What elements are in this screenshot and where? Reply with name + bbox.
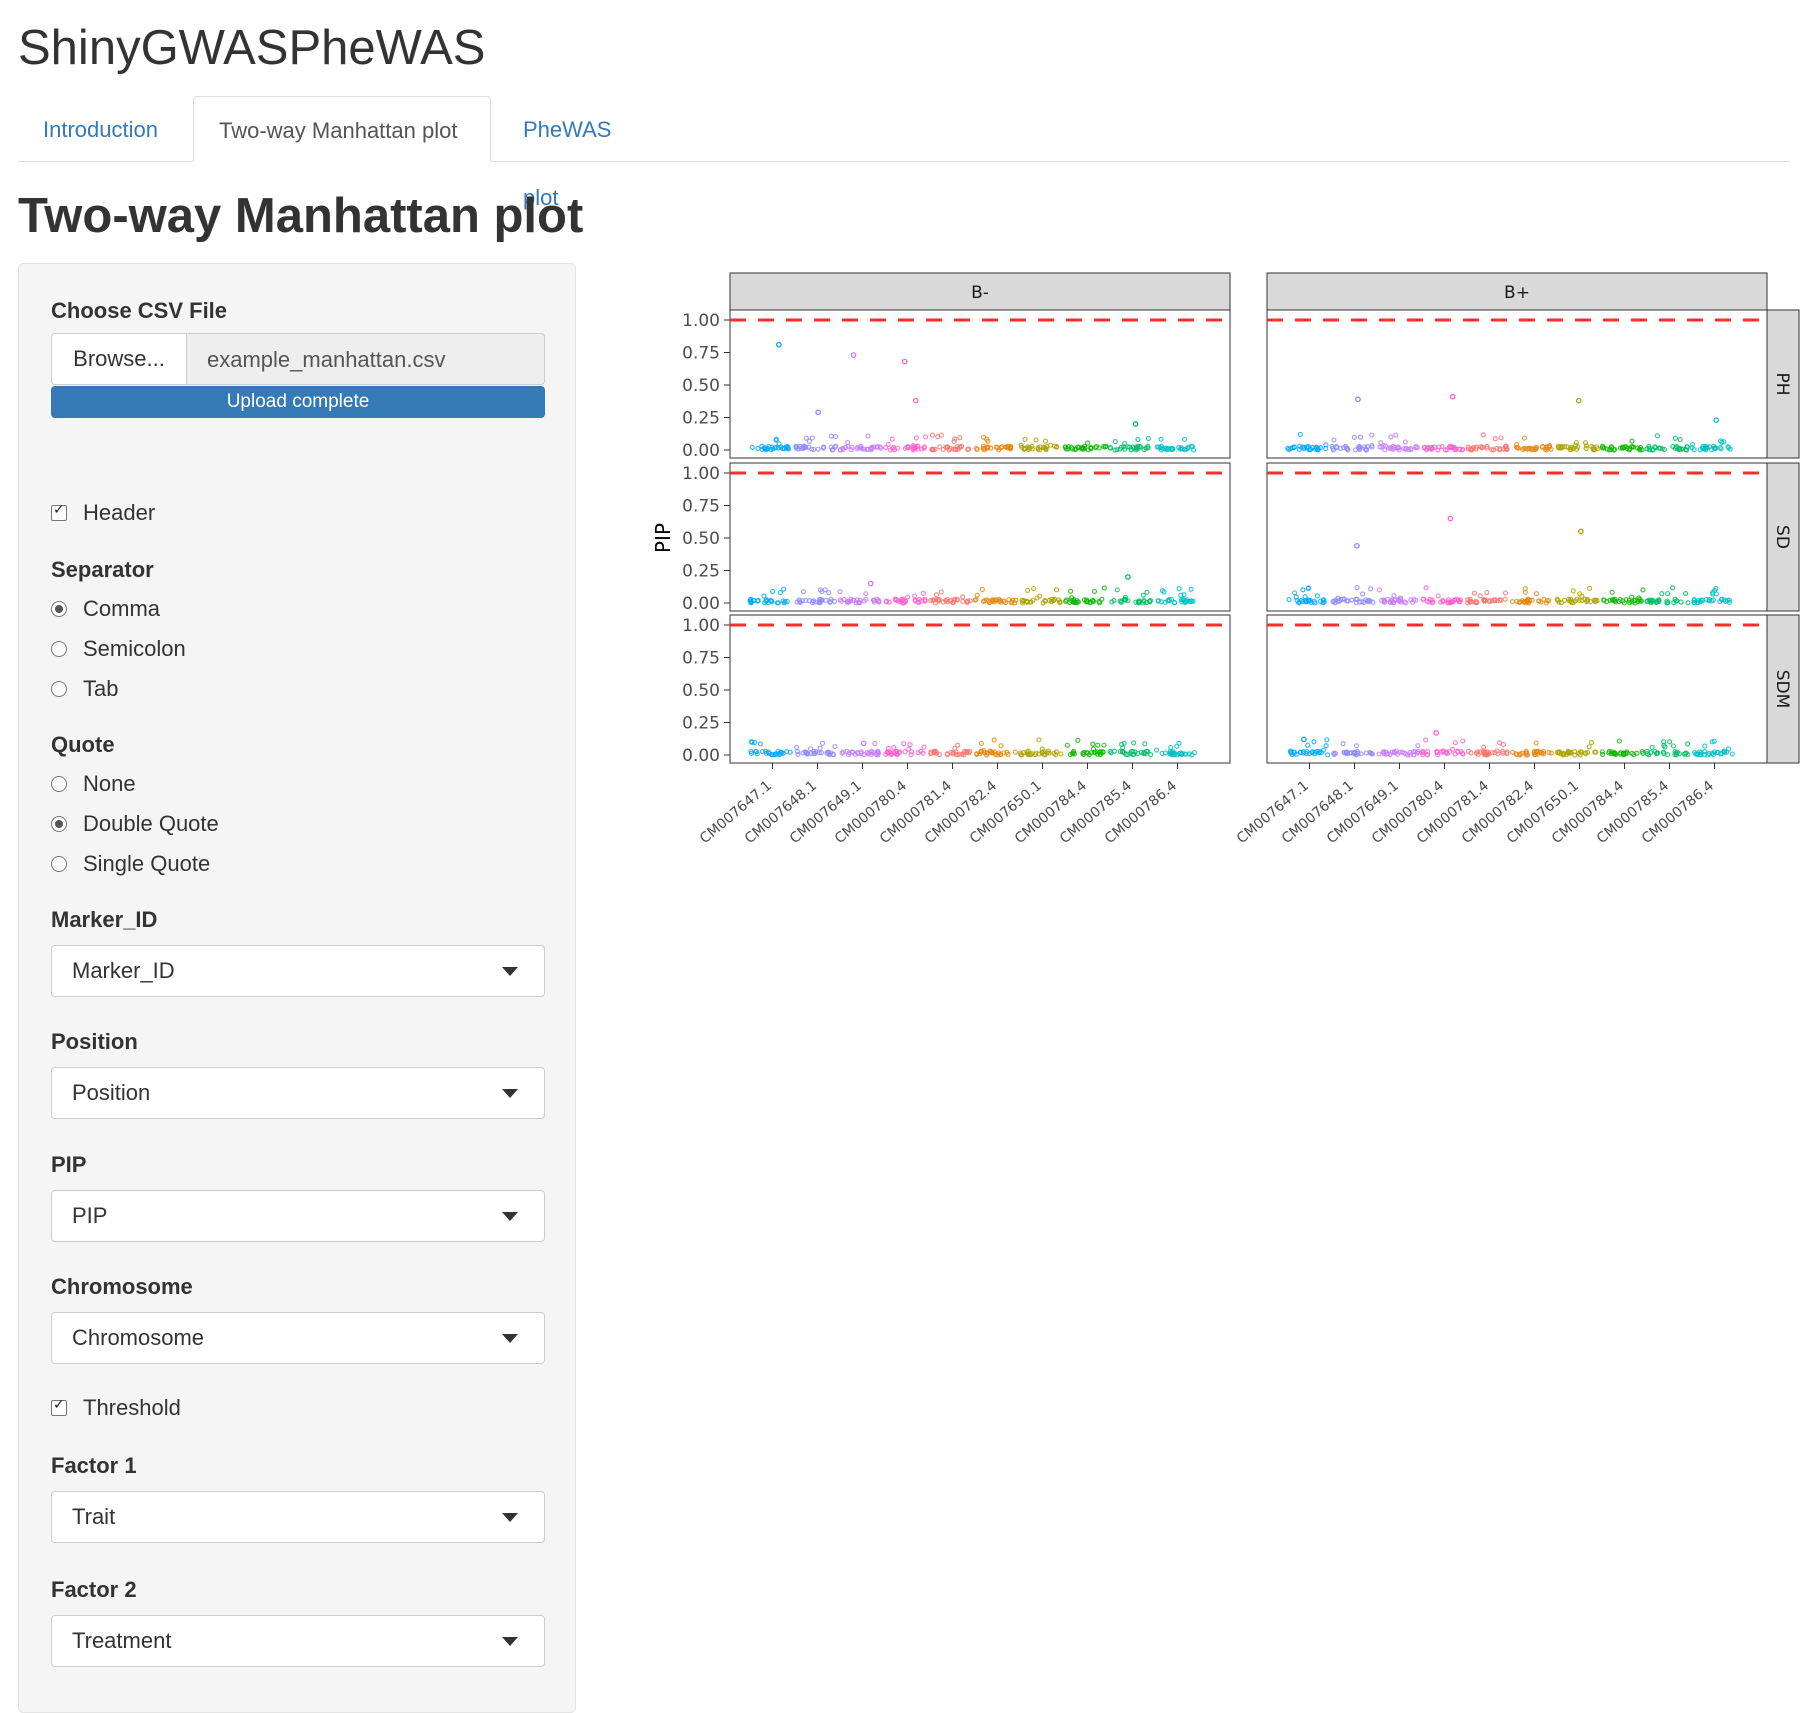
facet-panel — [1266, 309, 1768, 459]
file-name-field[interactable]: example_manhattan.csv — [187, 333, 545, 385]
upload-progress-bar: Upload complete — [51, 386, 545, 418]
y-tick-label: 0.75 — [682, 649, 720, 669]
tab-two-way-manhattan-plot[interactable]: Two-way Manhattan plot — [193, 96, 491, 162]
factor1-select[interactable]: Trait — [51, 1491, 545, 1543]
facet-label: B+ — [1504, 283, 1530, 303]
page-title: Two-way Manhattan plot — [18, 189, 584, 243]
chevron-down-icon — [502, 1637, 518, 1646]
y-tick-label: 0.00 — [682, 746, 720, 766]
facet-panel — [729, 614, 1231, 764]
y-tick-label: 1.00 — [682, 464, 720, 484]
chevron-down-icon — [502, 1334, 518, 1343]
tab-phewas-plot[interactable]: PheWAS plot — [498, 96, 678, 210]
factor2-select[interactable]: Treatment — [51, 1615, 545, 1667]
y-tick-label: 0.75 — [682, 497, 720, 517]
y-tick-label: 0.00 — [682, 594, 720, 614]
header-checkbox-label: Header — [83, 500, 156, 525]
radio-button[interactable] — [51, 816, 67, 832]
tab-introduction[interactable]: Introduction — [18, 96, 188, 160]
separator-label: Separator — [51, 557, 154, 582]
select-value: Chromosome — [72, 1325, 205, 1350]
header-checkbox[interactable] — [51, 502, 67, 521]
tab-bar: Introduction Two-way Manhattan plot PheW… — [18, 96, 1790, 210]
y-tick-label: 1.00 — [682, 616, 720, 636]
y-tick-label: 0.50 — [682, 376, 720, 396]
y-tick-label: 0.50 — [682, 529, 720, 549]
file-input-label: Choose CSV File — [51, 298, 228, 323]
factor1-label: Factor 1 — [51, 1453, 137, 1478]
select-value: Position — [72, 1080, 151, 1105]
radio-button[interactable] — [51, 601, 67, 617]
select-value: Marker_ID — [72, 958, 175, 983]
y-tick-label: 0.50 — [682, 681, 720, 701]
radio-button[interactable] — [51, 641, 67, 657]
facet-row-label: SDM — [1772, 670, 1792, 709]
radio-button[interactable] — [51, 681, 67, 697]
radio-label: None — [83, 771, 136, 796]
facet-panel — [1266, 614, 1768, 764]
facet-row-label: SD — [1772, 525, 1792, 549]
y-tick-label: 0.00 — [682, 441, 720, 461]
facet-panel — [729, 309, 1231, 459]
y-tick-label: 0.75 — [682, 344, 720, 364]
y-tick-label: 0.25 — [682, 714, 720, 734]
manhattan-plot: PIP B- 0.00 0.25 0.50 0.75 1.00 0.00 0.25 0.50 0.7… — [640, 265, 1806, 880]
select-value: Treatment — [72, 1628, 172, 1653]
radio-label: Single Quote — [83, 851, 211, 876]
chromosome-label: Chromosome — [51, 1274, 193, 1299]
radio-label: Tab — [83, 676, 119, 701]
marker-id-label: Marker_ID — [51, 907, 158, 932]
position-label: Position — [51, 1029, 138, 1054]
chevron-down-icon — [502, 1513, 518, 1522]
facet-row-label: PH — [1772, 372, 1792, 395]
marker-id-select[interactable]: Marker_ID — [51, 945, 545, 997]
factor2-label: Factor 2 — [51, 1577, 137, 1602]
chevron-down-icon — [502, 1089, 518, 1098]
position-select[interactable]: Position — [51, 1067, 545, 1119]
threshold-checkbox[interactable] — [51, 1397, 67, 1416]
chevron-down-icon — [502, 1212, 518, 1221]
y-tick-label: 0.25 — [682, 562, 720, 582]
quote-label: Quote — [51, 732, 115, 757]
facet-panel — [1266, 462, 1768, 612]
chromosome-select[interactable]: Chromosome — [51, 1312, 545, 1364]
y-axis-title: PIP — [651, 523, 675, 553]
radio-label: Semicolon — [83, 636, 186, 661]
pip-label: PIP — [51, 1152, 87, 1177]
select-value: Trait — [72, 1504, 116, 1529]
y-tick-label: 0.25 — [682, 409, 720, 429]
radio-button[interactable] — [51, 776, 67, 792]
pip-select[interactable]: PIP — [51, 1190, 545, 1242]
select-value: PIP — [72, 1203, 108, 1228]
y-tick-label: 1.00 — [682, 311, 720, 331]
manhattan-plot-svg: PIPB-0.000.250.500.751.000.000.250.500.7… — [651, 272, 1800, 847]
threshold-checkbox-label: Threshold — [83, 1395, 181, 1420]
radio-label: Comma — [83, 596, 161, 621]
facet-label: B- — [971, 283, 989, 303]
radio-button[interactable] — [51, 856, 67, 872]
chevron-down-icon — [502, 967, 518, 976]
file-input: Browse... example_manhattan.csv — [51, 333, 545, 385]
browse-button[interactable]: Browse... — [51, 333, 187, 385]
app-title: ShinyGWASPheWAS — [18, 21, 486, 75]
radio-label: Double Quote — [83, 811, 219, 836]
sidebar-panel: Choose CSV File Browse... example_manhat… — [18, 263, 576, 1713]
